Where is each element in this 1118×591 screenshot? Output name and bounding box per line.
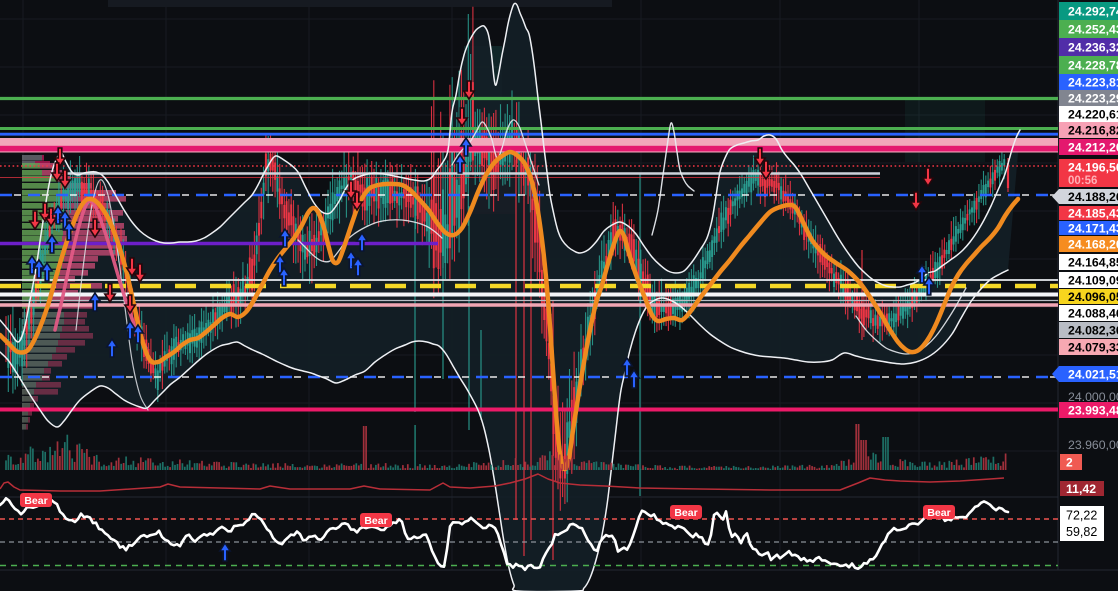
svg-text:23.960,00: 23.960,00 <box>1068 438 1118 452</box>
svg-text:59,82: 59,82 <box>1066 525 1097 539</box>
svg-text:24.292,74: 24.292,74 <box>1068 4 1118 18</box>
svg-text:24.212,20: 24.212,20 <box>1068 140 1118 154</box>
svg-text:24.164,85: 24.164,85 <box>1068 255 1118 269</box>
svg-text:23.993,48: 23.993,48 <box>1068 403 1118 417</box>
svg-text:00:56: 00:56 <box>1068 175 1097 187</box>
svg-text:24.223,29: 24.223,29 <box>1068 91 1118 105</box>
svg-text:24.082,30: 24.082,30 <box>1068 323 1118 337</box>
svg-text:24.088,46: 24.088,46 <box>1068 306 1118 320</box>
svg-text:72,22: 72,22 <box>1066 509 1097 523</box>
svg-text:24.236,32: 24.236,32 <box>1068 40 1118 54</box>
svg-text:24.096,05: 24.096,05 <box>1068 290 1118 304</box>
svg-text:24.220,61: 24.220,61 <box>1068 107 1118 121</box>
svg-text:Bear: Bear <box>927 507 950 519</box>
svg-text:24.188,26: 24.188,26 <box>1068 190 1118 204</box>
svg-text:Bear: Bear <box>24 495 47 507</box>
svg-text:11,42: 11,42 <box>1066 482 1096 496</box>
svg-text:Bear: Bear <box>364 515 387 527</box>
svg-text:24.021,51: 24.021,51 <box>1068 367 1118 381</box>
svg-text:24.252,43: 24.252,43 <box>1068 22 1118 36</box>
svg-text:24.171,43: 24.171,43 <box>1068 221 1118 235</box>
svg-text:24.216,82: 24.216,82 <box>1068 123 1118 137</box>
svg-text:24.168,20: 24.168,20 <box>1068 237 1118 251</box>
svg-text:24.196,50: 24.196,50 <box>1068 161 1118 175</box>
svg-text:24.223,81: 24.223,81 <box>1068 75 1118 89</box>
svg-text:24.185,43: 24.185,43 <box>1068 206 1118 220</box>
svg-text:24.109,09: 24.109,09 <box>1068 273 1118 287</box>
svg-text:24.079,33: 24.079,33 <box>1068 340 1118 354</box>
svg-text:24.228,78: 24.228,78 <box>1068 58 1118 72</box>
svg-text:2: 2 <box>1066 456 1073 470</box>
svg-text:Bear: Bear <box>674 507 697 519</box>
svg-text:24.000,00: 24.000,00 <box>1068 390 1118 404</box>
